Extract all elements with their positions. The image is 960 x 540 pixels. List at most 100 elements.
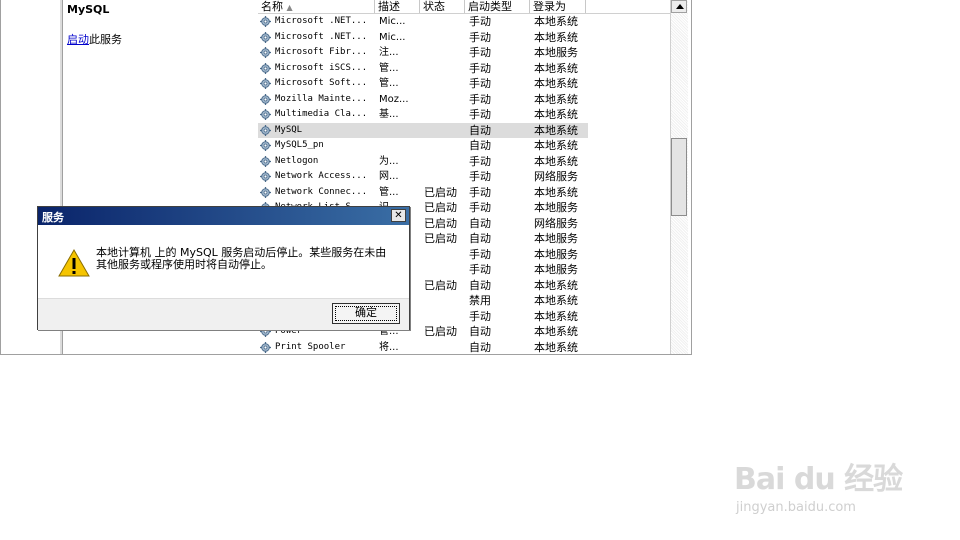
service-description: 管...	[379, 78, 399, 89]
service-status	[424, 45, 468, 60]
service-logon-as: 本地系统	[534, 154, 578, 168]
service-logon-as: 本地系统	[534, 325, 578, 338]
close-icon[interactable]: ✕	[391, 209, 406, 222]
table-row[interactable]: Microsoft Soft... 管... 手动 本地系统	[258, 76, 588, 91]
service-startup-type: 自动	[469, 123, 491, 137]
service-detail-action: 启动此服务	[67, 31, 122, 47]
service-logon-as: 网络服务	[534, 216, 578, 230]
start-service-suffix: 此服务	[89, 33, 122, 46]
service-startup-type: 自动	[469, 232, 491, 245]
service-logon-as: 本地系统	[534, 185, 578, 199]
service-status: 已启动	[424, 201, 457, 214]
service-status	[424, 169, 468, 184]
service-status	[424, 138, 468, 153]
table-row[interactable]: Network Connec... 管... 已启动 手动 本地系统	[258, 185, 588, 200]
service-logon-as: 本地系统	[534, 340, 578, 354]
table-row[interactable]: Mozilla Mainte... Moz... 手动 本地系统	[258, 92, 588, 107]
service-startup-type: 自动	[469, 340, 491, 354]
table-row[interactable]: Network Access... 网... 手动 网络服务	[258, 169, 588, 184]
service-logon-as: 本地系统	[534, 123, 578, 137]
service-status	[424, 76, 468, 91]
service-startup-type: 手动	[469, 30, 491, 44]
gear-icon	[260, 78, 271, 89]
service-status	[424, 247, 468, 262]
table-row[interactable]: Microsoft .NET... Mic... 手动 本地系统	[258, 14, 588, 29]
services-window: MySQL 启动此服务 名称 ▲ 描述 状态 启动类型 登录为 Microsof…	[0, 0, 692, 355]
vertical-scrollbar[interactable]	[670, 0, 688, 354]
service-name: Microsoft .NET...	[275, 16, 368, 26]
dialog-title: 服务	[42, 211, 64, 224]
service-error-dialog: 服务 ✕ 本地计算机 上的 MySQL 服务启动后停止。某些服务在未由 其他服务…	[37, 206, 410, 330]
list-header: 名称 ▲ 描述 状态 启动类型 登录为	[258, 0, 670, 14]
dialog-message-line-2: 其他服务或程序使用时将自动停止。	[96, 258, 272, 271]
gear-icon	[260, 31, 271, 43]
service-status: 已启动	[424, 185, 457, 199]
service-logon-as: 本地系统	[534, 15, 578, 28]
watermark-url: jingyan.baidu.com	[736, 500, 856, 515]
watermark-logo-text: Bai du 经验	[734, 462, 903, 497]
table-row[interactable]: Microsoft iSCS... 管... 手动 本地系统	[258, 61, 588, 76]
service-description	[379, 138, 419, 153]
dialog-titlebar[interactable]: 服务 ✕	[38, 207, 409, 225]
column-header-description[interactable]: 描述	[375, 0, 420, 13]
service-status	[424, 309, 468, 324]
gear-icon	[260, 140, 271, 151]
service-status	[424, 123, 468, 138]
service-description: Moz...	[379, 93, 409, 105]
service-startup-type: 手动	[469, 170, 491, 183]
start-service-link[interactable]: 启动	[67, 33, 89, 46]
baidu-jingyan-watermark: Bai du 经验 jingyan.baidu.com	[734, 440, 944, 520]
gear-icon	[260, 341, 271, 353]
table-row[interactable]: Netlogon 为... 手动 本地系统	[258, 154, 588, 169]
service-detail-title: MySQL	[67, 3, 110, 16]
service-status	[424, 14, 468, 29]
table-row[interactable]: MySQL 自动 本地系统	[258, 122, 588, 138]
column-header-status[interactable]: 状态	[420, 0, 465, 13]
column-header-startup-type[interactable]: 启动类型	[465, 0, 530, 13]
scroll-up-button[interactable]	[671, 0, 687, 13]
service-logon-as: 本地系统	[534, 294, 578, 307]
dialog-footer: 确定	[38, 298, 409, 330]
service-name: Network Connec...	[275, 186, 368, 197]
service-startup-type: 手动	[469, 201, 491, 214]
service-startup-type: 自动	[469, 139, 491, 152]
service-name: Mozilla Mainte...	[275, 93, 368, 104]
service-name: Network Access...	[275, 171, 368, 181]
service-logon-as: 本地系统	[534, 61, 578, 75]
dialog-message: 本地计算机 上的 MySQL 服务启动后停止。某些服务在未由 其他服务或程序使用…	[96, 247, 396, 271]
table-row[interactable]: MySQL5_pn 自动 本地系统	[258, 138, 588, 153]
service-description: 将...	[379, 341, 399, 353]
service-startup-type: 自动	[469, 278, 491, 292]
service-status: 已启动	[424, 325, 457, 338]
service-logon-as: 本地系统	[534, 139, 578, 152]
gear-icon	[260, 47, 271, 58]
service-description	[379, 123, 419, 138]
column-header-logon-as[interactable]: 登录为	[530, 0, 586, 13]
ok-button[interactable]: 确定	[332, 303, 400, 324]
service-startup-type: 手动	[469, 309, 491, 323]
scroll-thumb[interactable]	[671, 138, 687, 216]
service-logon-as: 本地系统	[534, 92, 578, 106]
service-startup-type: 手动	[469, 61, 491, 75]
column-header-name-label: 名称	[261, 0, 283, 13]
gear-icon	[260, 155, 271, 167]
service-logon-as: 本地系统	[534, 309, 578, 323]
table-row[interactable]: Microsoft Fibr... 注... 手动 本地服务	[258, 45, 588, 60]
table-row[interactable]: Multimedia Cla... 基... 手动 本地系统	[258, 107, 588, 122]
table-row[interactable]: Print Spooler 将... 自动 本地系统	[258, 340, 588, 355]
service-status	[424, 92, 468, 107]
gear-icon	[260, 62, 271, 74]
table-row[interactable]: Microsoft .NET... Mic... 手动 本地系统	[258, 30, 588, 45]
service-startup-type: 手动	[469, 185, 491, 199]
service-status	[424, 30, 468, 45]
service-status	[424, 154, 468, 169]
service-name: Microsoft iSCS...	[275, 62, 368, 73]
service-startup-type: 手动	[469, 263, 491, 276]
service-logon-as: 本地系统	[534, 278, 578, 292]
column-header-name[interactable]: 名称 ▲	[258, 0, 375, 13]
service-status: 已启动	[424, 216, 457, 230]
service-name: Microsoft Soft...	[275, 78, 368, 88]
gear-icon	[260, 186, 271, 198]
service-status	[424, 262, 468, 277]
service-logon-as: 网络服务	[534, 170, 578, 183]
